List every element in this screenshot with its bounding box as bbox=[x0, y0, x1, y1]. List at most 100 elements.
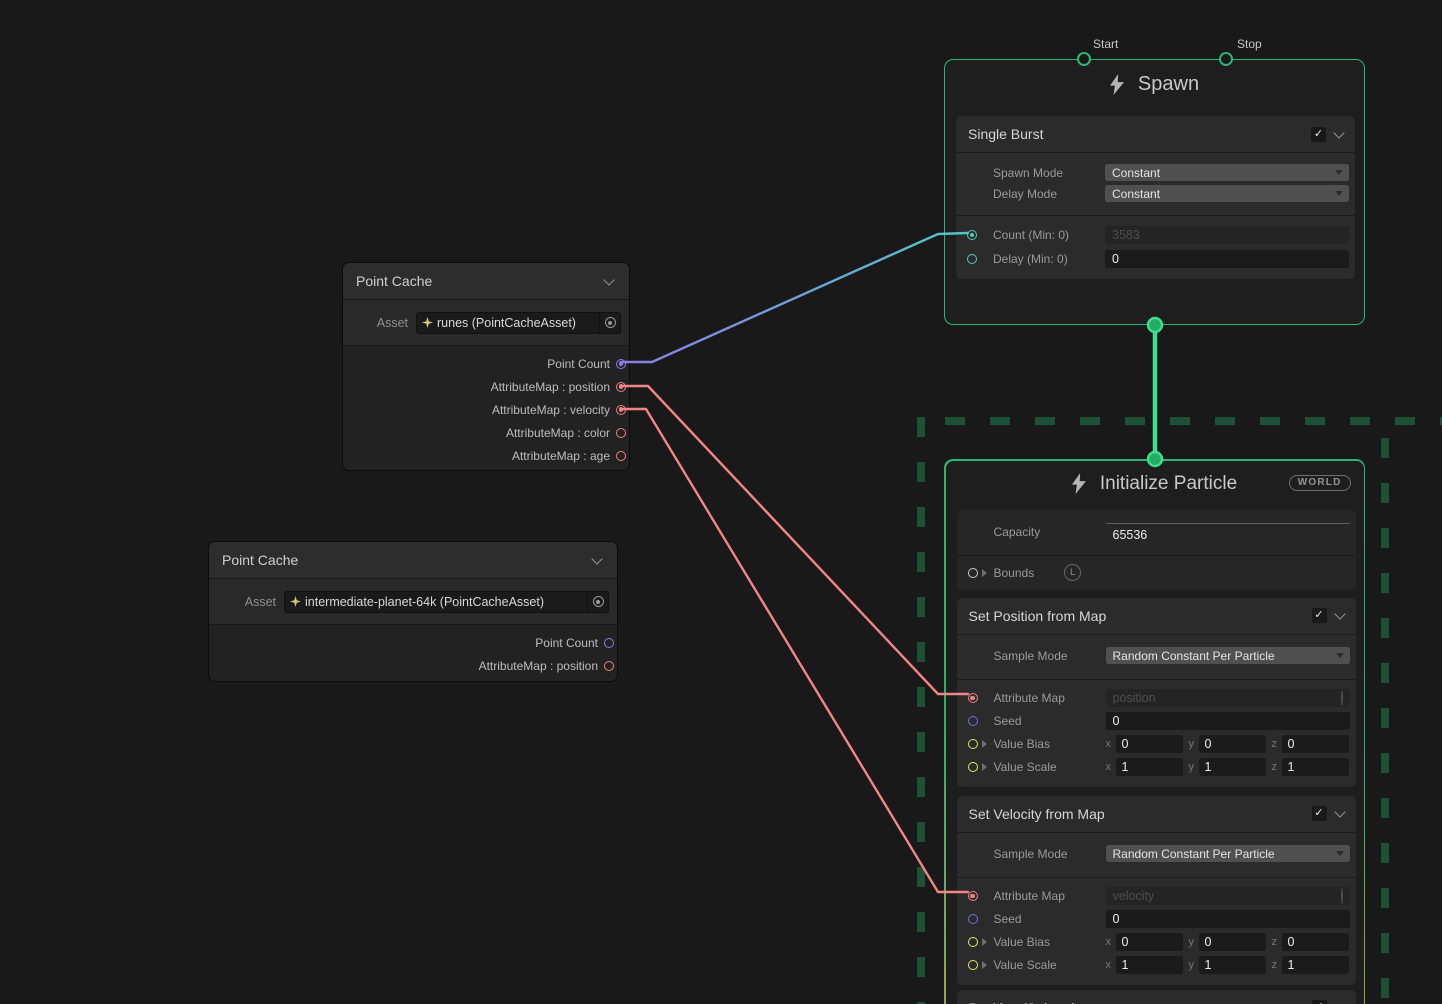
block-header[interactable]: Position (Sphere) ✓ bbox=[957, 990, 1356, 1004]
flow-port-start[interactable] bbox=[1077, 52, 1091, 66]
value-scale-z-field[interactable]: 1 bbox=[1282, 956, 1349, 974]
axis-z-label: z bbox=[1272, 738, 1279, 750]
edge-pointcount-to-count[interactable] bbox=[622, 233, 968, 362]
delay-field[interactable]: 0 bbox=[1105, 250, 1349, 268]
attrmap-position-output-port[interactable] bbox=[616, 382, 626, 392]
value-scale-y-field[interactable]: 1 bbox=[1199, 758, 1266, 776]
expander-triangle-icon[interactable] bbox=[982, 938, 987, 946]
value-bias-y-field[interactable]: 0 bbox=[1199, 735, 1266, 753]
value-bias-input-port[interactable] bbox=[968, 937, 978, 947]
block-title: Set Velocity from Map bbox=[969, 806, 1312, 822]
value-scale-x-field[interactable]: 1 bbox=[1116, 758, 1183, 776]
attribute-map-value: position bbox=[1113, 691, 1156, 705]
expander-triangle-icon[interactable] bbox=[982, 740, 987, 748]
world-space-badge[interactable]: WORLD bbox=[1289, 475, 1351, 491]
asset-object-field[interactable]: runes (PointCacheAsset) bbox=[416, 312, 621, 334]
dropdown-arrow-icon bbox=[1335, 170, 1343, 175]
seed-field[interactable]: 0 bbox=[1106, 910, 1350, 928]
expander-triangle-icon[interactable] bbox=[982, 569, 987, 577]
point-count-output-port[interactable] bbox=[616, 359, 626, 369]
capacity-field[interactable]: 65536 bbox=[1106, 523, 1350, 542]
sample-mode-row: Sample Mode Random Constant Per Particle bbox=[957, 645, 1356, 667]
value-bias-y-field[interactable]: 0 bbox=[1199, 933, 1266, 951]
expander-triangle-icon[interactable] bbox=[982, 763, 987, 771]
point-cache-header[interactable]: Point Cache bbox=[209, 542, 617, 579]
spawn-mode-value: Constant bbox=[1112, 166, 1160, 180]
block-header[interactable]: Set Velocity from Map ✓ bbox=[957, 796, 1356, 833]
sample-mode-dropdown[interactable]: Random Constant Per Particle bbox=[1106, 647, 1350, 664]
asset-label: Asset bbox=[377, 316, 408, 330]
chevron-down-icon[interactable] bbox=[603, 274, 614, 285]
output-row: Point Count bbox=[209, 631, 617, 654]
capacity-label: Capacity bbox=[994, 525, 1106, 539]
attrmap-color-output-port[interactable] bbox=[616, 428, 626, 438]
block-header[interactable]: Set Position from Map ✓ bbox=[957, 598, 1356, 635]
position-sphere-block[interactable]: Position (Sphere) ✓ bbox=[957, 990, 1356, 1004]
value-scale-z-field[interactable]: 1 bbox=[1282, 758, 1349, 776]
delay-mode-dropdown[interactable]: Constant bbox=[1105, 185, 1349, 202]
attribute-map-row: Attribute Map velocity bbox=[957, 885, 1356, 908]
attrmap-age-output-port[interactable] bbox=[616, 451, 626, 461]
value-bias-input-port[interactable] bbox=[968, 739, 978, 749]
block-enabled-checkbox[interactable]: ✓ bbox=[1312, 806, 1327, 821]
attribute-map-input-port[interactable] bbox=[968, 693, 978, 703]
flow-port-stop[interactable] bbox=[1219, 52, 1233, 66]
seed-input-port[interactable] bbox=[968, 914, 978, 924]
count-input-port[interactable] bbox=[967, 230, 977, 240]
single-burst-enabled-checkbox[interactable]: ✓ bbox=[1311, 127, 1326, 142]
chevron-down-icon[interactable] bbox=[1334, 806, 1345, 817]
attrmap-age-label: AttributeMap : age bbox=[512, 449, 610, 463]
attribute-map-field[interactable]: position bbox=[1106, 689, 1350, 707]
single-burst-header[interactable]: Single Burst ✓ bbox=[956, 116, 1355, 153]
chevron-down-icon[interactable] bbox=[591, 553, 602, 564]
value-bias-row: Value Bias x 0 y 0 z 0 bbox=[957, 931, 1356, 954]
attrmap-position-output-port[interactable] bbox=[604, 661, 614, 671]
value-bias-x-field[interactable]: 0 bbox=[1116, 735, 1183, 753]
value-bias-z-field[interactable]: 0 bbox=[1282, 735, 1349, 753]
spawn-node-title: Spawn bbox=[1138, 73, 1199, 96]
value-scale-x-field[interactable]: 1 bbox=[1116, 956, 1183, 974]
chevron-down-icon[interactable] bbox=[1334, 608, 1345, 619]
block-enabled-checkbox[interactable]: ✓ bbox=[1312, 1000, 1327, 1004]
object-picker-button[interactable] bbox=[599, 313, 620, 333]
count-field[interactable]: 3583 bbox=[1105, 226, 1349, 244]
attrmap-velocity-output-port[interactable] bbox=[616, 405, 626, 415]
attribute-map-input-port[interactable] bbox=[968, 891, 978, 901]
point-cache-node-runes[interactable]: Point Cache Asset runes (PointCacheAsset… bbox=[342, 262, 630, 471]
value-bias-label: Value Bias bbox=[994, 935, 1106, 949]
seed-field[interactable]: 0 bbox=[1106, 712, 1350, 730]
sample-mode-label: Sample Mode bbox=[994, 649, 1106, 663]
set-position-from-map-block[interactable]: Set Position from Map ✓ Sample Mode Rand… bbox=[957, 598, 1356, 787]
local-space-icon[interactable]: L bbox=[1064, 564, 1081, 581]
chevron-down-icon[interactable] bbox=[1333, 127, 1344, 138]
value-scale-y-field[interactable]: 1 bbox=[1199, 956, 1266, 974]
vfx-graph-canvas[interactable]: Start Stop Spawn Single Burst ✓ Spawn Mo… bbox=[0, 0, 1442, 1004]
point-count-output-port[interactable] bbox=[604, 638, 614, 648]
set-velocity-from-map-block[interactable]: Set Velocity from Map ✓ Sample Mode Rand… bbox=[957, 796, 1356, 985]
value-scale-input-port[interactable] bbox=[968, 960, 978, 970]
value-bias-z-field[interactable]: 0 bbox=[1282, 933, 1349, 951]
sample-mode-dropdown[interactable]: Random Constant Per Particle bbox=[1106, 845, 1350, 862]
single-burst-block[interactable]: Single Burst ✓ Spawn Mode Constant Delay… bbox=[956, 116, 1355, 279]
seed-input-port[interactable] bbox=[968, 716, 978, 726]
value-scale-input-port[interactable] bbox=[968, 762, 978, 772]
object-picker-button[interactable] bbox=[587, 592, 608, 612]
value-bias-row: Value Bias x 0 y 0 z 0 bbox=[957, 733, 1356, 756]
spawn-mode-dropdown[interactable]: Constant bbox=[1105, 164, 1349, 181]
output-row: AttributeMap : position bbox=[209, 654, 617, 677]
expander-triangle-icon[interactable] bbox=[982, 961, 987, 969]
point-cache-node-planet[interactable]: Point Cache Asset intermediate-planet-64… bbox=[208, 541, 618, 682]
attribute-map-field[interactable]: velocity bbox=[1106, 887, 1350, 905]
count-label: Count (Min: 0) bbox=[993, 228, 1105, 242]
delay-input-port[interactable] bbox=[967, 254, 977, 264]
point-cache-header[interactable]: Point Cache bbox=[343, 263, 629, 300]
value-bias-x-field[interactable]: 0 bbox=[1116, 933, 1183, 951]
asset-object-field[interactable]: intermediate-planet-64k (PointCacheAsset… bbox=[284, 591, 609, 613]
bounds-input-port[interactable] bbox=[968, 568, 978, 578]
count-value: 3583 bbox=[1112, 228, 1140, 242]
spawn-node[interactable]: Start Stop Spawn Single Burst ✓ Spawn Mo… bbox=[944, 59, 1365, 325]
system-border-right bbox=[1381, 438, 1389, 1004]
chevron-down-icon[interactable] bbox=[1334, 1000, 1345, 1004]
block-enabled-checkbox[interactable]: ✓ bbox=[1312, 608, 1327, 623]
initialize-particle-node[interactable]: Initialize Particle WORLD Capacity 65536… bbox=[944, 459, 1365, 1004]
